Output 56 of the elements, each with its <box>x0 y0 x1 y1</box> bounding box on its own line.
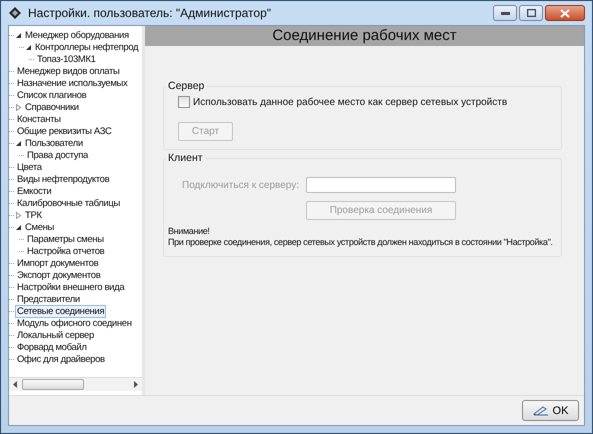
maximize-button[interactable] <box>519 5 543 21</box>
group-title: Клиент <box>167 152 204 164</box>
tree-item[interactable]: Общие реквизиты АЗС <box>15 124 114 138</box>
expanded-arrow-icon[interactable] <box>15 224 22 230</box>
tree-item[interactable]: Локальный сервер <box>15 328 96 342</box>
checkbox-label: Использовать данное рабочее место как сервер сетевых устройств <box>193 96 508 108</box>
horizontal-scrollbar[interactable] <box>9 377 142 391</box>
tree-item[interactable]: Офис для драйверов <box>15 352 107 366</box>
expanded-arrow-icon[interactable] <box>15 32 22 38</box>
tree-item[interactable]: Емкости <box>15 184 54 198</box>
tree-item[interactable]: Виды нефтепродуктов <box>15 172 112 186</box>
scroll-left-icon[interactable] <box>13 381 18 388</box>
collapsed-arrow-icon[interactable] <box>15 212 22 218</box>
tree-item[interactable]: Параметры смены <box>25 232 106 246</box>
expanded-arrow-icon[interactable] <box>15 140 22 146</box>
field-label: Подключиться к серверу: <box>181 180 300 190</box>
tree-item[interactable]: Цвета <box>15 160 44 174</box>
tree-item[interactable]: Импорт документов <box>15 256 100 270</box>
tree-item[interactable]: Смены <box>23 220 56 234</box>
tree-item[interactable]: Контроллеры нефтепрод <box>33 40 140 54</box>
tree-item[interactable]: Настройки внешнего вида <box>15 280 126 294</box>
tree-item[interactable]: Права доступа <box>25 148 90 162</box>
tree-item[interactable]: Список плагинов <box>15 88 88 102</box>
collapsed-arrow-icon[interactable] <box>15 104 22 110</box>
tree-item[interactable]: Настройка отчетов <box>25 244 106 258</box>
tree-item[interactable]: Калибровочные таблицы <box>15 196 122 210</box>
tree-item[interactable]: Справочники <box>23 100 81 114</box>
tree-item[interactable]: ТРК <box>23 208 44 222</box>
scroll-right-icon[interactable] <box>133 381 138 388</box>
expanded-arrow-icon[interactable] <box>25 44 32 50</box>
close-icon <box>560 8 570 18</box>
close-button[interactable] <box>545 5 585 21</box>
scrollbar-thumb[interactable] <box>22 379 84 390</box>
app-icon <box>8 6 22 20</box>
tree-item[interactable]: Пользователи <box>23 136 85 150</box>
tree-item[interactable]: Константы <box>15 112 63 126</box>
tree-item[interactable]: Экспорт документов <box>15 268 102 282</box>
group-title: Сервер <box>167 80 206 92</box>
warning-text: При проверке соединения, сервер сетевых устройств должен находиться в состоянии "Настройка". <box>168 237 553 248</box>
ok-button[interactable]: OK <box>522 400 579 421</box>
tree-item[interactable]: Представители <box>15 292 82 306</box>
tree-item[interactable]: Форвард мобайл <box>15 340 89 354</box>
tree-item[interactable]: Назначение используемых <box>15 76 130 90</box>
warning-text: Внимание! <box>168 226 211 237</box>
tree-item[interactable]: Сетевые соединения <box>15 304 106 318</box>
tree-item[interactable]: Менеджер оборудования <box>23 28 131 42</box>
tree-item[interactable]: Топаз-103МК1 <box>35 52 98 66</box>
tree-item[interactable]: Модуль офисного соединен <box>15 316 134 330</box>
page-heading: Соединение рабочих мест <box>145 26 584 46</box>
minimize-icon <box>500 12 510 14</box>
window-title: Настройки. пользователь: "Администратор" <box>28 6 272 20</box>
tree-item[interactable]: Менеджер видов оплаты <box>15 64 122 78</box>
maximize-icon <box>526 9 536 17</box>
pencil-icon <box>532 405 549 416</box>
minimize-button[interactable] <box>493 5 517 21</box>
checkbox[interactable] <box>178 96 190 108</box>
